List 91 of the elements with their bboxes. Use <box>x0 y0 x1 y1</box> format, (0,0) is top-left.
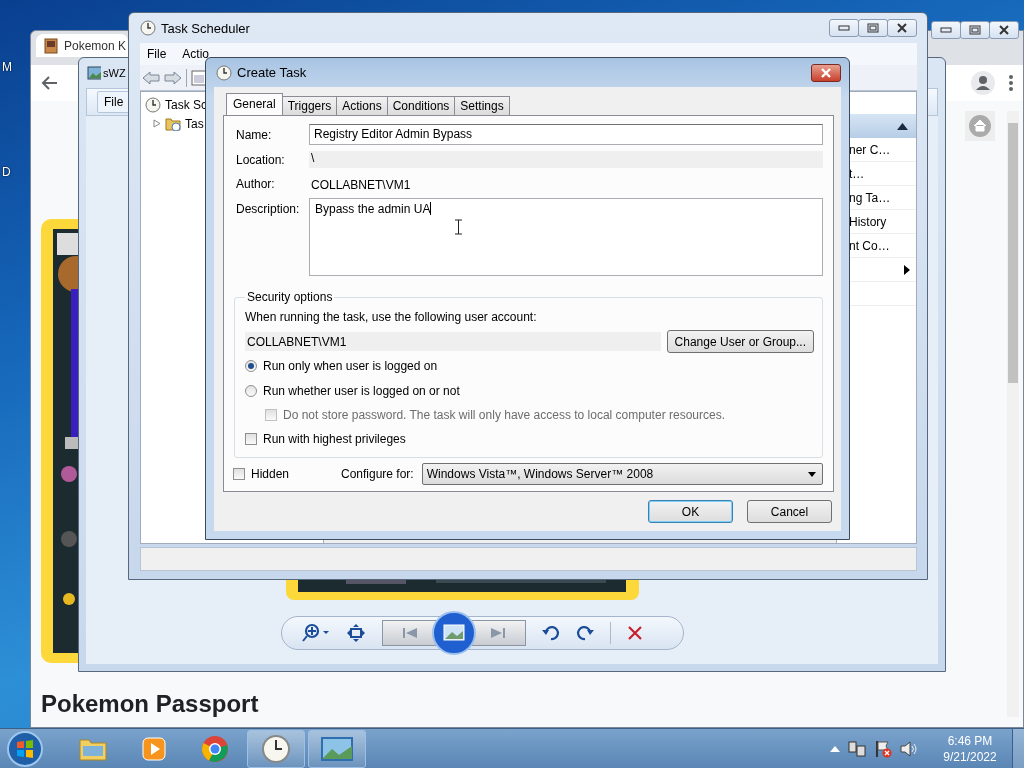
actions-pane-link[interactable]: nt Co… <box>849 238 890 253</box>
minimize-icon <box>838 25 850 31</box>
close-button[interactable] <box>811 63 841 82</box>
rotate-left-icon[interactable] <box>541 624 560 642</box>
maximize-icon <box>969 25 981 35</box>
option-label: Do not store password. The task will only have access to local computer resources. <box>283 407 725 422</box>
author-value: COLLABNET\VM1 <box>310 177 412 194</box>
menu-button[interactable]: File <box>97 91 131 113</box>
radio-button[interactable] <box>245 359 257 372</box>
field-label: Author: <box>236 177 276 191</box>
picture-icon <box>87 66 101 80</box>
configure-dropdown[interactable]: Windows Vista™, Windows Server™ 2008 <box>421 463 823 485</box>
card-favicon-icon <box>44 37 58 54</box>
actions-pane-link[interactable]: History <box>849 214 887 229</box>
window-title: Task Scheduler <box>161 20 250 36</box>
location-field: \ <box>309 151 823 168</box>
collapsed-arrow-icon[interactable] <box>153 119 161 128</box>
menu-item[interactable]: File <box>147 47 167 61</box>
tab[interactable]: Triggers <box>281 96 338 115</box>
minimize-button[interactable] <box>829 19 859 37</box>
clock-icon <box>216 64 232 81</box>
volume-icon[interactable] <box>900 740 918 757</box>
profile-icon[interactable] <box>971 71 995 95</box>
close-icon <box>820 67 832 78</box>
flag-icon[interactable] <box>874 739 892 758</box>
actions-pane-link[interactable]: ner C… <box>849 142 891 157</box>
more-menu-icon[interactable] <box>1009 75 1013 91</box>
show-desktop-button[interactable] <box>1012 728 1024 768</box>
network-icon[interactable] <box>848 740 866 757</box>
clock-icon <box>140 20 156 36</box>
account-prompt: When running the task, use the following user account: <box>245 310 538 324</box>
window-title: sWZ <box>103 67 126 79</box>
desktop-icon-label[interactable]: D <box>2 165 11 179</box>
submenu-arrow-icon[interactable] <box>904 264 910 275</box>
minimize-icon <box>940 27 952 33</box>
tab[interactable]: Conditions <box>386 96 456 115</box>
close-icon <box>998 25 1010 35</box>
field-label: Name: <box>236 127 273 142</box>
tree-item[interactable]: Tas <box>153 114 204 133</box>
show-hidden-icons-icon[interactable] <box>830 745 840 752</box>
close-button[interactable] <box>989 21 1019 39</box>
ok-button[interactable]: OK <box>648 500 733 523</box>
desktop-icon-label[interactable]: M <box>2 60 12 74</box>
dialog-title: Create Task <box>237 65 307 80</box>
slideshow-button[interactable] <box>431 611 476 655</box>
menu-item[interactable]: Actio <box>182 47 210 61</box>
field-label: Location: <box>236 152 286 167</box>
previous-button[interactable] <box>381 620 438 646</box>
start-button[interactable] <box>6 729 44 768</box>
cancel-button[interactable]: Cancel <box>747 500 832 523</box>
dropdown-arrow-icon <box>808 471 816 477</box>
radio-button[interactable] <box>245 384 257 397</box>
page-heading: Pokemon Passport <box>41 689 260 719</box>
change-user-button[interactable]: Change User or Group... <box>666 330 814 353</box>
zoom-icon[interactable] <box>301 623 330 643</box>
user-account-field: COLLABNET\VM1 <box>245 332 661 351</box>
close-button[interactable] <box>887 19 917 37</box>
maximize-button[interactable] <box>960 21 990 39</box>
option-label: Run with highest privileges <box>263 431 406 446</box>
forward-icon[interactable] <box>164 70 182 85</box>
clock-icon <box>145 96 161 113</box>
scrollbar[interactable] <box>1007 111 1019 717</box>
rotate-right-icon[interactable] <box>575 624 594 642</box>
option-label: Run whether user is logged on or not <box>263 383 460 398</box>
tab[interactable]: Actions <box>336 96 388 115</box>
close-icon <box>896 23 908 33</box>
collapse-arrow-icon[interactable] <box>897 122 908 130</box>
back-icon[interactable] <box>142 70 160 85</box>
text-cursor-icon <box>455 219 462 235</box>
checkbox[interactable] <box>245 432 257 445</box>
name-field[interactable]: Registry Editor Admin Bypass <box>309 124 823 145</box>
delete-icon[interactable] <box>626 625 643 641</box>
browser-tab[interactable]: Pokemon K <box>36 34 128 57</box>
actions-pane-link[interactable]: ng Ta… <box>849 190 891 205</box>
clock-icon[interactable] <box>247 729 305 768</box>
checkbox[interactable] <box>233 468 245 480</box>
option-label: Run only when user is logged on <box>263 358 438 373</box>
field-label: Configure for: <box>341 467 414 481</box>
back-icon[interactable] <box>41 75 59 91</box>
picture-icon[interactable] <box>308 729 366 768</box>
field-label: Description: <box>236 201 301 216</box>
fit-window-icon[interactable] <box>345 623 366 643</box>
description-field[interactable]: Bypass the admin UA <box>309 198 823 276</box>
option-label: Hidden <box>251 467 290 481</box>
tab[interactable]: General <box>226 93 283 115</box>
folder-clock-icon <box>165 116 181 131</box>
group-title: Security options <box>246 290 334 304</box>
console-icon[interactable] <box>191 69 207 86</box>
minimize-button[interactable] <box>931 21 961 39</box>
maximize-icon <box>867 23 879 33</box>
tab[interactable]: Settings <box>454 96 510 115</box>
